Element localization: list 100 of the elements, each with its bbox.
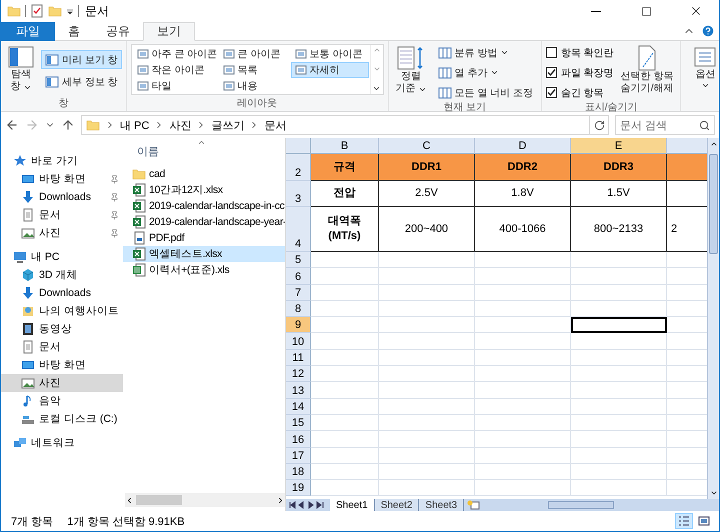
file-item[interactable]: 2019-calendar-landscape-in-cc <box>123 198 285 214</box>
row-number[interactable]: 5 <box>286 252 311 268</box>
scrollbar-thumb[interactable] <box>136 495 182 505</box>
pane-button[interactable]: 세부 정보 창 <box>41 72 122 91</box>
table-cell[interactable]: 800~2133 <box>571 207 667 252</box>
row-number[interactable]: 6 <box>286 268 311 285</box>
refresh-button[interactable] <box>589 115 609 135</box>
file-item[interactable]: 10간과12지.xlsx <box>123 182 285 198</box>
checkbox[interactable] <box>546 67 557 78</box>
table-cell[interactable]: DDR2 <box>475 154 571 181</box>
ribbon-tab[interactable]: 공유 <box>93 22 143 41</box>
file-item[interactable]: 2019-calendar-landscape-year- <box>123 214 285 230</box>
table-cell[interactable]: 1.5V <box>571 181 667 207</box>
row-number[interactable]: 15 <box>286 414 311 432</box>
options-button[interactable]: 옵션 <box>685 44 719 111</box>
file-item[interactable]: 엑셀테스트.xlsx <box>123 246 285 262</box>
vertical-scrollbar[interactable] <box>707 138 719 499</box>
row-number[interactable]: 2 <box>286 154 311 181</box>
nav-item[interactable]: 문서 <box>1 338 123 356</box>
file-item[interactable]: 이력서+(표준).xls <box>123 262 285 278</box>
address-field[interactable]: 내 PC 사진 글쓰기 문서 <box>81 115 590 135</box>
row-number[interactable]: 18 <box>286 464 311 480</box>
nav-item[interactable]: 사진 <box>1 224 123 242</box>
row-number[interactable]: 12 <box>286 366 311 382</box>
file-menu-button[interactable]: 파일 <box>1 22 55 41</box>
column-header[interactable]: C <box>379 138 475 154</box>
table-cell[interactable]: 대역폭 (MT/s) <box>311 207 379 252</box>
row-number[interactable]: 13 <box>286 382 311 399</box>
file-item[interactable]: PDF.pdf <box>123 230 285 246</box>
row-number[interactable]: 3 <box>286 181 311 207</box>
layout-option[interactable]: 보통 아이콘 <box>290 46 369 62</box>
table-cell[interactable] <box>667 154 707 181</box>
breadcrumb[interactable]: 사진 <box>169 118 192 132</box>
table-cell[interactable]: 규격 <box>311 154 379 181</box>
scroll-right-icon[interactable] <box>276 496 285 504</box>
navigation-pane-button[interactable]: 탐색 창 <box>5 44 37 97</box>
column-header[interactable]: D <box>475 138 571 154</box>
table-cell[interactable]: DDR1 <box>379 154 475 181</box>
nav-item[interactable]: 로컬 디스크 (C:) <box>1 410 123 428</box>
horizontal-scrollbar[interactable] <box>125 493 285 507</box>
scroll-down-icon[interactable] <box>710 489 718 497</box>
layout-option[interactable]: 타일 <box>132 78 219 94</box>
sheet-tab[interactable]: Sheet1 <box>330 499 375 511</box>
nav-item[interactable]: 바탕 화면 <box>1 170 123 188</box>
nav-item[interactable]: 문서 <box>1 206 123 224</box>
layout-option[interactable]: 작은 아이콘 <box>132 62 219 78</box>
hide-selected-button[interactable]: 선택한 항목 숨기기/해제 <box>618 44 676 101</box>
row-number[interactable]: 8 <box>286 300 311 318</box>
row-number[interactable]: 19 <box>286 480 311 496</box>
nav-item[interactable]: 내 PC <box>1 248 123 266</box>
nav-item[interactable]: 바탕 화면 <box>1 356 123 374</box>
view-command-button[interactable]: 모든 열 너비 조정 <box>434 84 537 101</box>
nav-item[interactable]: 나의 여행사이트 <box>1 302 123 320</box>
row-number[interactable]: 10 <box>286 333 311 350</box>
breadcrumb[interactable]: 내 PC <box>120 118 150 132</box>
row-number[interactable]: 14 <box>286 398 311 415</box>
view-command-button[interactable]: 열 추가 <box>434 64 537 81</box>
layout-option[interactable]: 내용 <box>218 78 291 94</box>
layout-option[interactable]: 목록 <box>218 62 291 78</box>
sheet-tab[interactable]: Sheet3 <box>419 499 464 511</box>
ribbon-tab[interactable]: 홈 <box>55 22 93 41</box>
table-cell[interactable]: 2.5V <box>379 181 475 207</box>
nav-item[interactable]: 네트워크 <box>1 434 123 452</box>
scroll-up-icon[interactable] <box>710 140 718 148</box>
help-icon[interactable] <box>701 24 715 38</box>
table-cell[interactable]: 전압 <box>311 181 379 207</box>
checkbox[interactable] <box>546 47 557 58</box>
checkbox[interactable] <box>546 87 557 98</box>
column-header[interactable]: 이름 <box>137 144 159 159</box>
active-cell[interactable] <box>571 317 667 334</box>
select-all-corner[interactable] <box>286 138 311 154</box>
table-cell[interactable]: 400-1066 <box>475 207 571 252</box>
row-number[interactable]: 16 <box>286 431 311 448</box>
column-header[interactable]: E <box>571 138 667 154</box>
forward-icon[interactable] <box>25 118 39 132</box>
nav-item[interactable]: 동영상 <box>1 320 123 338</box>
table-cell[interactable]: DDR3 <box>571 154 667 181</box>
layout-option[interactable]: 자세히 <box>290 62 369 78</box>
nav-item[interactable]: 3D 개체 <box>1 266 123 284</box>
up-icon[interactable] <box>61 118 75 132</box>
ribbon-tab[interactable]: 보기 <box>143 22 195 41</box>
nav-item[interactable]: 바로 가기 <box>1 152 123 170</box>
sheet-tab[interactable]: Sheet2 <box>374 499 420 511</box>
layout-option[interactable]: 큰 아이콘 <box>218 46 291 62</box>
table-cell[interactable]: 200~400 <box>379 207 475 252</box>
sort-button[interactable]: 정렬 기준 <box>392 44 430 101</box>
pane-button[interactable]: 미리 보기 창 <box>41 50 122 69</box>
nav-item[interactable]: Downloads <box>1 284 123 302</box>
nav-item[interactable]: Downloads <box>1 188 123 206</box>
column-header[interactable]: B <box>311 138 379 154</box>
layout-option[interactable]: 아주 큰 아이콘 <box>132 46 219 62</box>
back-icon[interactable] <box>5 118 19 132</box>
breadcrumb[interactable]: 글쓰기 <box>211 118 244 132</box>
row-number[interactable]: 4 <box>286 207 311 252</box>
row-number[interactable]: 7 <box>286 284 311 301</box>
row-number[interactable]: 11 <box>286 350 311 366</box>
row-number[interactable]: 17 <box>286 448 311 464</box>
expand-icon[interactable] <box>372 84 382 93</box>
scrollbar-thumb[interactable] <box>709 154 718 254</box>
file-item[interactable]: cad <box>123 166 285 182</box>
